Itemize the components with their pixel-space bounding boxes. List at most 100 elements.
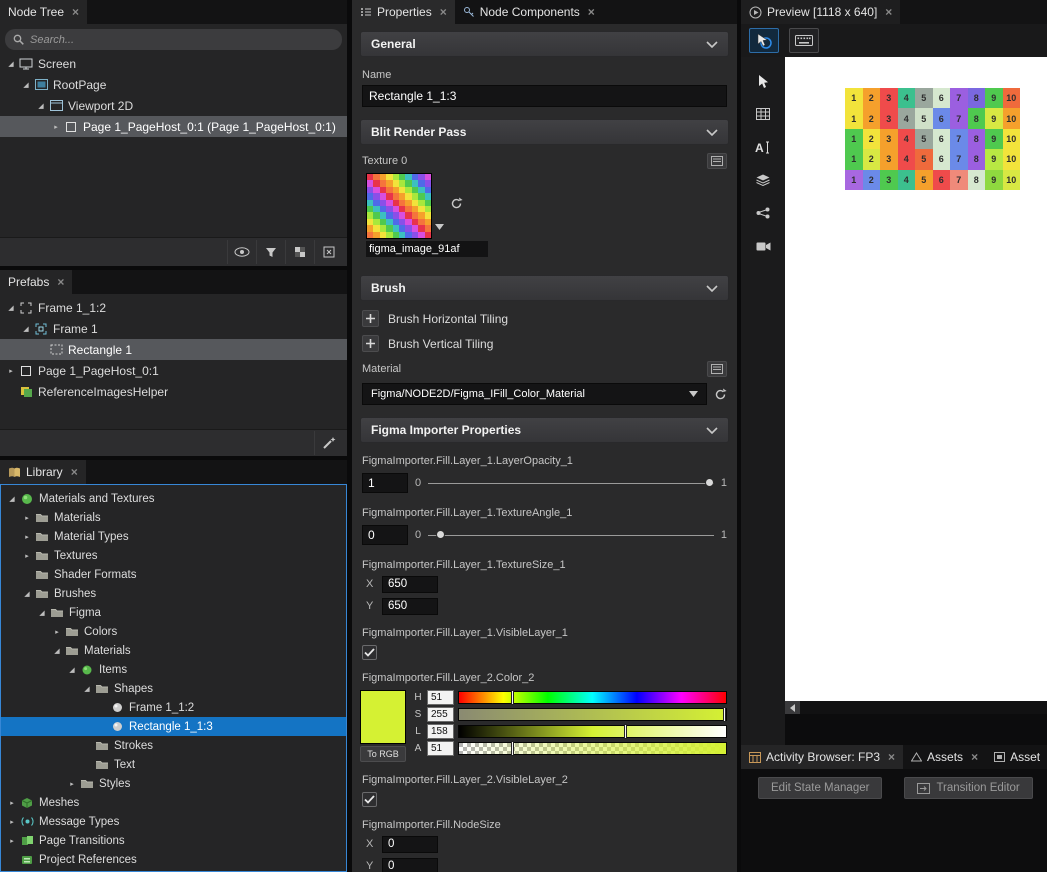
close-icon[interactable]: × — [71, 465, 78, 479]
collapse-icon[interactable]: ◢ — [19, 81, 33, 89]
search-bar[interactable] — [5, 29, 342, 50]
close-icon[interactable]: × — [888, 750, 895, 764]
expand-icon[interactable]: ▸ — [5, 799, 19, 807]
channel-l-input[interactable]: 158 — [427, 724, 454, 739]
x-value-input[interactable]: 650 — [382, 576, 438, 593]
tree-item[interactable]: Text — [1, 755, 346, 774]
slider-track[interactable] — [428, 525, 714, 545]
close-icon[interactable]: × — [72, 5, 79, 19]
tree-item[interactable]: ◢RootPage — [0, 74, 347, 95]
collapse-icon[interactable]: ◢ — [50, 647, 64, 655]
texture-thumbnail[interactable] — [366, 173, 432, 239]
expand-icon[interactable]: ▸ — [5, 837, 19, 845]
search-input[interactable] — [30, 34, 334, 46]
layers-tool-button[interactable] — [749, 168, 777, 192]
channel-marker[interactable] — [723, 707, 726, 722]
close-icon[interactable]: × — [971, 750, 978, 764]
collapse-icon[interactable]: ◢ — [34, 102, 48, 110]
material-refresh-icon[interactable] — [714, 388, 727, 401]
tree-item[interactable]: ▸Meshes — [1, 793, 346, 812]
slider-value-input[interactable]: 1 — [362, 473, 408, 493]
interaction-tool-button[interactable] — [749, 28, 779, 53]
tab-prefabs[interactable]: Prefabs × — [0, 270, 72, 294]
tree-item[interactable]: ▸Material Types — [1, 527, 346, 546]
text-tool-tool-button[interactable]: A — [749, 135, 777, 159]
channel-marker[interactable] — [511, 741, 514, 756]
close-icon[interactable]: × — [57, 275, 64, 289]
preview-hscrollbar[interactable] — [785, 701, 1047, 714]
tree-item[interactable]: Shader Formats — [1, 565, 346, 584]
tree-item[interactable]: ◢Items — [1, 660, 346, 679]
filter-button[interactable] — [256, 240, 285, 264]
channel-marker[interactable] — [624, 724, 627, 739]
add-brush-vertical-tiling-button[interactable] — [362, 335, 379, 352]
scroll-left-button[interactable] — [785, 701, 800, 714]
texture-menu-button[interactable] — [707, 153, 727, 169]
channel-h-input[interactable]: 51 — [427, 690, 454, 705]
tree-item[interactable]: ◢Shapes — [1, 679, 346, 698]
color-swatch[interactable] — [360, 690, 406, 744]
tree-item[interactable]: ▸Page 1_PageHost_0:1 — [0, 360, 347, 381]
tree-item[interactable]: ◢Figma — [1, 603, 346, 622]
tab-library[interactable]: Library × — [0, 460, 86, 484]
x-value-input[interactable]: 0 — [382, 836, 438, 853]
edit-state-manager-button[interactable]: Edit State Manager — [758, 777, 882, 799]
tree-item[interactable]: ▸Colors — [1, 622, 346, 641]
collapse-icon[interactable]: ◢ — [35, 609, 49, 617]
cursor-tool-button[interactable] — [749, 69, 777, 93]
expand-icon[interactable]: ▸ — [20, 552, 34, 560]
tree-item[interactable]: ◢Materials — [1, 641, 346, 660]
tree-item[interactable]: ▸Page 1_PageHost_0:1 (Page 1_PageHost_0:… — [0, 116, 347, 137]
wand-button[interactable] — [314, 431, 343, 455]
tab-activity-browser-fp3[interactable]: Activity Browser: FP3× — [741, 745, 903, 769]
channel-a-bar[interactable] — [458, 742, 727, 755]
scrollbar-track[interactable] — [800, 701, 1047, 714]
tree-item[interactable]: ReferenceImagesHelper — [0, 381, 347, 402]
transition-editor-button[interactable]: Transition Editor — [904, 777, 1032, 799]
tree-item[interactable]: ◢Frame 1 — [0, 318, 347, 339]
tree-item[interactable]: ▸Page Transitions — [1, 831, 346, 850]
expand-icon[interactable]: ▸ — [20, 533, 34, 541]
y-value-input[interactable]: 0 — [382, 858, 438, 872]
expand-icon[interactable]: ▸ — [50, 628, 64, 636]
channel-s-bar[interactable] — [458, 708, 727, 721]
tree-item[interactable]: Strokes — [1, 736, 346, 755]
expand-icon[interactable]: ▸ — [5, 818, 19, 826]
y-value-input[interactable]: 650 — [382, 598, 438, 615]
tree-item[interactable]: ▸Materials — [1, 508, 346, 527]
expand-icon[interactable]: ▸ — [20, 514, 34, 522]
add-brush-horizontal-tiling-button[interactable] — [362, 310, 379, 327]
tree-item[interactable]: ◢Materials and Textures — [1, 489, 346, 508]
expand-icon[interactable]: ▸ — [49, 123, 63, 131]
tab-asset[interactable]: Asset× — [986, 745, 1047, 769]
preview-canvas[interactable]: 1234567891012345678910123456789101234567… — [785, 57, 1047, 701]
texture-well[interactable]: figma_image_91af — [366, 173, 488, 257]
slider-handle[interactable] — [705, 478, 714, 487]
checkbox[interactable] — [362, 792, 377, 807]
tab-properties[interactable]: Properties × — [352, 0, 455, 24]
tab-assets[interactable]: Assets× — [903, 745, 986, 769]
close-icon[interactable]: × — [885, 5, 892, 19]
texture-dropdown-icon[interactable] — [435, 224, 444, 230]
tree-item[interactable]: Rectangle 1 — [0, 339, 347, 360]
close-icon[interactable]: × — [588, 5, 595, 19]
collapse-icon[interactable]: ◢ — [20, 590, 34, 598]
collapse-icon[interactable]: ◢ — [65, 666, 79, 674]
collapse-icon[interactable]: ◢ — [5, 495, 19, 503]
grid-button[interactable] — [285, 240, 314, 264]
close-icon[interactable]: × — [440, 5, 447, 19]
virtual-keyboard-button[interactable] — [789, 28, 819, 53]
slider-track[interactable] — [428, 473, 714, 493]
tree-item[interactable]: ▸Textures — [1, 546, 346, 565]
channel-marker[interactable] — [511, 690, 514, 705]
tab-node-tree[interactable]: Node Tree × — [0, 0, 87, 24]
table-tool-button[interactable] — [749, 102, 777, 126]
tab-preview[interactable]: Preview [1118 x 640] × — [741, 0, 900, 24]
tree-item[interactable]: ◢Viewport 2D — [0, 95, 347, 116]
collapse-icon[interactable]: ◢ — [80, 685, 94, 693]
slider-handle[interactable] — [436, 530, 445, 539]
expand-icon[interactable]: ▸ — [65, 780, 79, 788]
collapse-icon[interactable]: ◢ — [4, 60, 18, 68]
material-dropdown[interactable]: Figma/NODE2D/Figma_IFill_Color_Material — [362, 383, 707, 405]
texture-refresh-icon[interactable] — [450, 197, 463, 210]
